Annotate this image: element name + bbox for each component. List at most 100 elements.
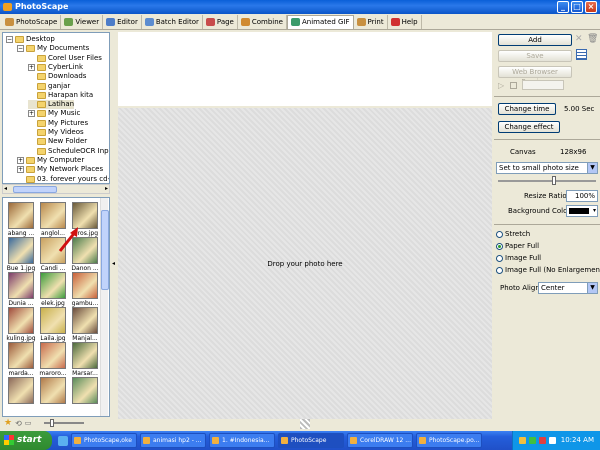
tree-item[interactable]: Corel User Files <box>28 54 102 63</box>
radio-icon[interactable] <box>496 254 503 262</box>
thumbnail-item[interactable]: Manjal... <box>69 307 101 347</box>
tab-viewer[interactable]: Viewer <box>61 14 104 29</box>
tree-item[interactable]: New Folder <box>28 137 87 146</box>
thumbnail-item[interactable] <box>37 377 69 416</box>
save-button[interactable]: Save <box>498 50 572 62</box>
tree-scroll-thumb[interactable] <box>13 186 57 193</box>
radio-icon[interactable] <box>496 266 503 274</box>
tray-icon[interactable] <box>539 437 546 444</box>
panel-splitter[interactable]: ◂ <box>111 32 117 429</box>
tree-item[interactable]: + My Network Places <box>17 165 103 174</box>
thumbnail-item[interactable]: gambu... <box>69 272 101 312</box>
tree-item[interactable]: − My Documents <box>17 44 89 53</box>
tray-icon[interactable] <box>529 437 536 444</box>
taskbar-button[interactable]: PhotoScape.po... <box>416 433 482 448</box>
thumbnail-item[interactable] <box>5 377 37 416</box>
list-view-icon[interactable] <box>576 49 587 60</box>
thumbnail-vertical-scrollbar[interactable] <box>100 198 109 416</box>
background-color-picker[interactable]: ▾ <box>566 205 598 217</box>
expand-icon[interactable]: + <box>28 63 35 71</box>
fit-option-image-full[interactable]: Image Full <box>496 254 541 262</box>
thumbnail-item[interactable]: Laila.jpg <box>37 307 69 347</box>
tree-item[interactable]: + My Computer <box>17 156 84 165</box>
tab-editor[interactable]: Editor <box>103 14 142 29</box>
thumbnail-item[interactable]: Marsar... <box>69 342 101 382</box>
size-slider-track[interactable] <box>498 180 596 182</box>
thumbnail-item[interactable]: kuling.jpg <box>5 307 37 347</box>
tray-icon[interactable] <box>549 437 556 444</box>
start-button[interactable]: start <box>0 431 52 450</box>
tree-item[interactable]: + My Music <box>28 109 80 118</box>
stop-icon[interactable] <box>510 82 517 89</box>
tray-icon[interactable] <box>519 437 526 444</box>
taskbar-button[interactable]: PhotoScape,oke <box>71 433 137 448</box>
add-button[interactable]: Add <box>498 34 572 46</box>
tab-page[interactable]: Page <box>203 14 238 29</box>
thumbnail-item[interactable]: maroro... <box>37 342 69 382</box>
tree-item[interactable]: My Pictures <box>28 119 88 128</box>
rotate-icon[interactable]: ⟲ <box>15 419 22 428</box>
tree-item[interactable]: ScheduleOCR Input <box>28 147 109 156</box>
tab-photoscape[interactable]: PhotoScape <box>2 14 62 29</box>
expand-icon[interactable]: + <box>17 166 24 174</box>
thumbnail-item[interactable] <box>69 377 101 416</box>
thumbnail-item[interactable]: Bue 1.jpg <box>5 237 37 277</box>
fit-option-image-full-no-enlargement[interactable]: Image Full (No Enlargement) <box>496 266 600 274</box>
collapse-icon[interactable]: − <box>6 36 13 43</box>
slider-knob[interactable] <box>50 419 55 427</box>
title-bar[interactable]: PhotoScape _ □ × <box>0 0 600 14</box>
tree-item[interactable]: Downloads <box>28 72 86 81</box>
size-slider-knob[interactable] <box>552 176 556 185</box>
frame-preview-area[interactable] <box>118 32 492 106</box>
minimize-button[interactable]: _ <box>557 1 569 13</box>
taskbar-button[interactable]: 1. #Indonesia... <box>209 433 275 448</box>
thumbnail-item[interactable]: Dunia ... <box>5 272 37 312</box>
change-effect-button[interactable]: Change effect <box>498 121 560 133</box>
scroll-right-icon[interactable]: ▸ <box>105 185 108 192</box>
trash-icon[interactable]: 🗑 <box>587 34 598 44</box>
resize-ratio-input[interactable]: 100% <box>566 190 598 202</box>
play-icon[interactable]: ▷ <box>498 81 504 90</box>
maximize-button[interactable]: □ <box>571 1 583 13</box>
close-button[interactable]: × <box>585 1 597 13</box>
chevron-down-icon[interactable]: ▼ <box>587 283 597 293</box>
canvas-size-select[interactable]: Set to small photo size ▼ <box>496 162 598 174</box>
delete-icon[interactable]: ✕ <box>575 34 583 44</box>
fit-option-paper-full[interactable]: Paper Full <box>496 242 539 250</box>
tab-combine[interactable]: Combine <box>238 14 287 29</box>
thumbnail-item[interactable]: elek.jpg <box>37 272 69 312</box>
tree-item[interactable]: 03. forever yours cd-1 <box>17 175 109 184</box>
thumbnail-item[interactable]: abang ... <box>5 202 37 242</box>
tree-item[interactable]: ganjar <box>28 82 70 91</box>
gif-canvas-area[interactable]: Drop your photo here <box>118 108 492 419</box>
tree-item[interactable]: Latihan <box>28 100 75 110</box>
taskbar-button[interactable]: CorelDRAW 12 ... <box>347 433 413 448</box>
tree-item[interactable]: My Videos <box>28 128 84 137</box>
photo-align-select[interactable]: Center ▼ <box>538 282 598 294</box>
folder-view-icon[interactable]: ▭ <box>25 419 32 427</box>
taskbar-button[interactable]: PhotoScape <box>278 433 344 448</box>
tab-batch-editor[interactable]: Batch Editor <box>142 14 203 29</box>
tab-animated-gif[interactable]: Animated GIF <box>286 14 354 29</box>
collapse-arrow-icon[interactable]: ◂ <box>112 260 115 267</box>
star-icon[interactable]: ★ <box>4 418 12 428</box>
chevron-down-icon[interactable]: ▼ <box>587 163 597 173</box>
taskbar-button[interactable]: animasi hp2 - ... <box>140 433 206 448</box>
expand-icon[interactable]: + <box>17 156 24 164</box>
tree-horizontal-scrollbar[interactable]: ◂ ▸ <box>2 184 110 194</box>
radio-icon[interactable] <box>496 242 503 250</box>
tree-item[interactable]: − Desktop <box>6 35 55 44</box>
web-browser-preview-button[interactable]: Web Browser Preview <box>498 66 572 86</box>
chevron-down-icon[interactable]: ▾ <box>593 206 596 216</box>
tab-help[interactable]: Help <box>388 14 422 29</box>
collapse-icon[interactable]: − <box>17 45 24 53</box>
expand-icon[interactable]: + <box>28 110 35 118</box>
fit-option-stretch[interactable]: Stretch <box>496 230 530 238</box>
scroll-left-icon[interactable]: ◂ <box>4 185 7 192</box>
tree-item[interactable]: Harapan kita <box>28 91 93 100</box>
thumbnail-size-slider[interactable] <box>44 419 85 427</box>
thumbnail-scroll-thumb[interactable] <box>101 210 109 290</box>
change-time-button[interactable]: Change time <box>498 103 556 115</box>
quick-launch-icon[interactable] <box>58 435 68 446</box>
tab-print[interactable]: Print <box>354 14 388 29</box>
